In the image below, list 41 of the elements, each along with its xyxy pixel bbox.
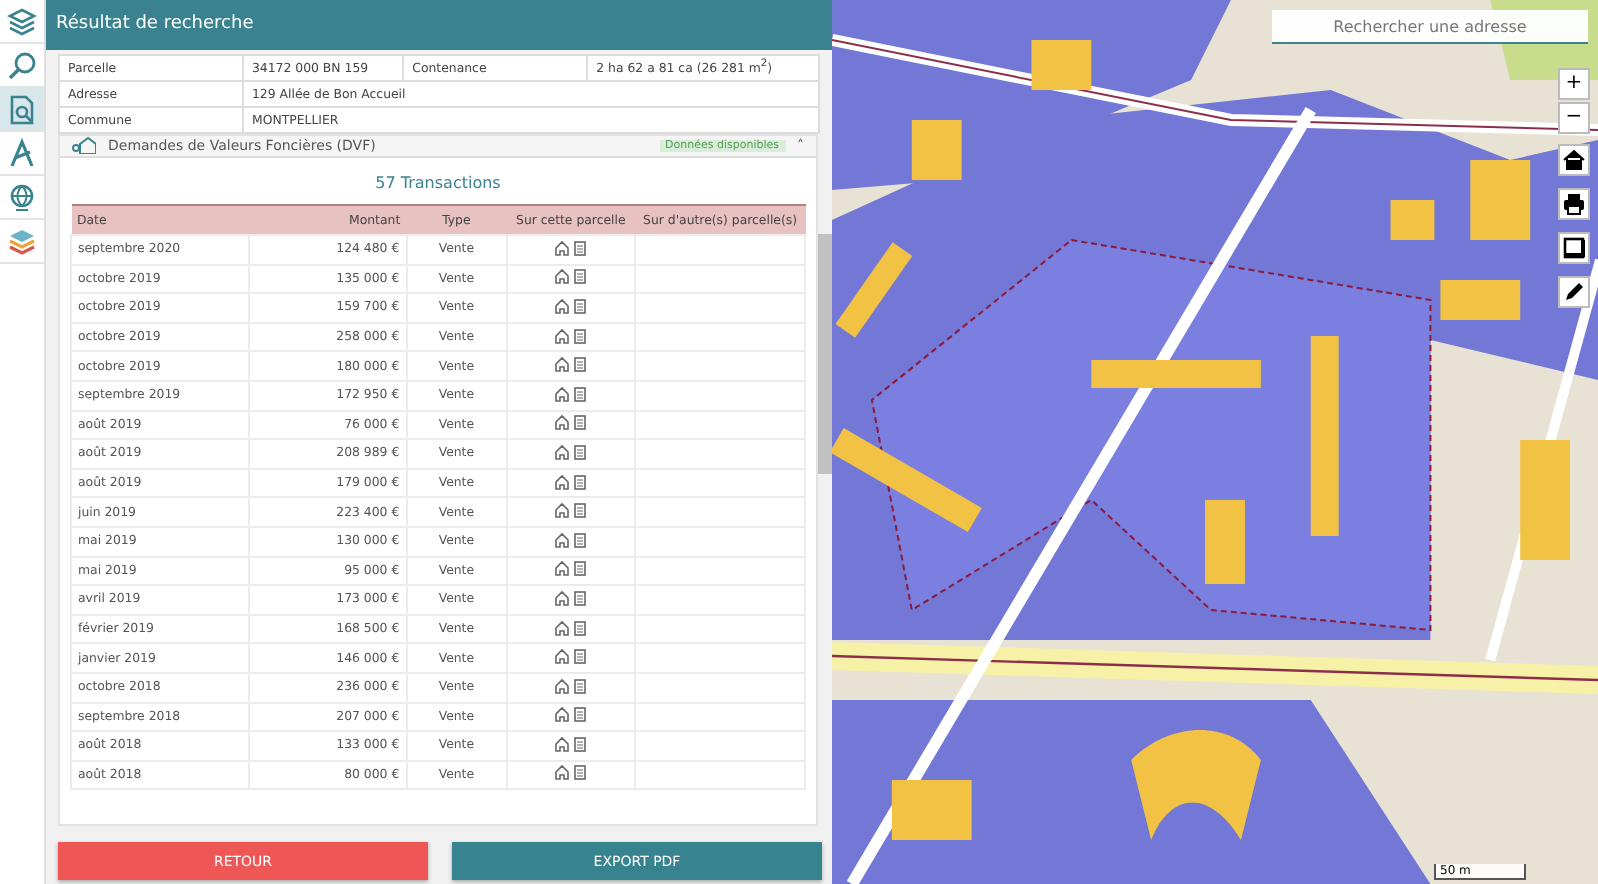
home-icon xyxy=(1562,148,1586,172)
map-tool-button[interactable] xyxy=(1558,232,1590,264)
print-icon xyxy=(1562,192,1586,216)
zoom-button[interactable]: + xyxy=(1558,68,1590,100)
clipboard-icon[interactable] xyxy=(574,502,587,519)
clipboard-icon[interactable] xyxy=(574,414,587,431)
clipboard-icon[interactable] xyxy=(574,560,587,577)
house-money-icon xyxy=(72,136,96,158)
clipboard-icon[interactable] xyxy=(574,239,587,256)
square-icon xyxy=(1562,236,1586,260)
compass-icon xyxy=(6,137,38,169)
clipboard-icon[interactable] xyxy=(574,677,587,694)
zoom-button[interactable]: − xyxy=(1558,102,1590,134)
clipboard-icon[interactable] xyxy=(574,443,587,460)
clipboard-icon[interactable] xyxy=(574,385,587,402)
clipboard-icon[interactable] xyxy=(574,297,587,314)
clipboard-icon[interactable] xyxy=(574,473,587,490)
clipboard-icon[interactable] xyxy=(574,764,587,781)
clipboard-icon[interactable] xyxy=(574,356,587,373)
clipboard-icon[interactable] xyxy=(574,327,587,344)
address-search-field[interactable]: Rechercher une adresse xyxy=(1272,10,1588,44)
layers-icon xyxy=(6,5,38,37)
clipboard-icon[interactable] xyxy=(574,735,587,752)
clipboard-icon[interactable] xyxy=(574,706,587,723)
map-tool-button[interactable] xyxy=(1558,188,1590,220)
map-tool-button[interactable] xyxy=(1558,276,1590,308)
map-drawing[interactable] xyxy=(832,0,1598,884)
search-icon xyxy=(6,49,38,81)
clipboard-icon[interactable] xyxy=(574,619,587,636)
clipboard-icon[interactable] xyxy=(574,589,587,606)
clipboard-icon[interactable] xyxy=(574,531,587,548)
globe-icon xyxy=(6,181,38,213)
clipboard-icon[interactable] xyxy=(574,268,587,285)
document-search-icon xyxy=(6,93,38,125)
map-tool-button[interactable] xyxy=(1558,144,1590,176)
clipboard-icon[interactable] xyxy=(574,648,587,665)
pencil-icon xyxy=(1562,280,1586,304)
panel-title: Résultat de recherche xyxy=(46,0,832,50)
transactions-heading: 57 Transactions xyxy=(373,174,503,192)
sidebar-button[interactable] xyxy=(0,88,44,132)
stacked-layers-icon xyxy=(6,225,38,257)
